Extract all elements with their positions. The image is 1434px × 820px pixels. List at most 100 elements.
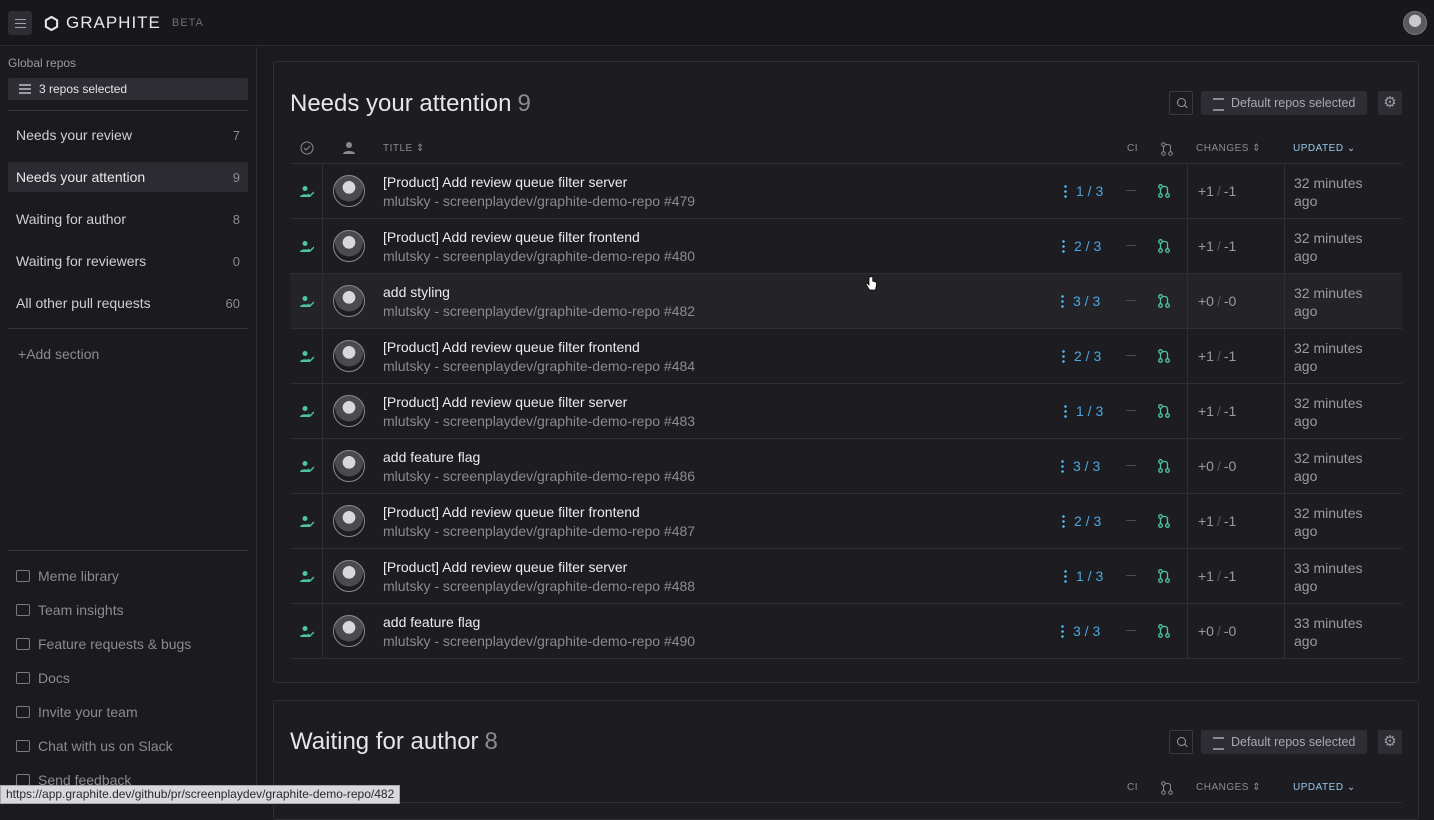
column-label: UPDATED [1293,782,1344,793]
gear-icon[interactable]: ⚙ [1378,91,1402,115]
updated-column-header[interactable]: UPDATED ⌄ [1293,143,1356,154]
sidebar-item-waiting-for-reviewers[interactable]: Waiting for reviewers 0 [8,246,248,276]
team-insights-link[interactable]: Team insights [16,602,124,618]
pull-request-icon [1158,514,1170,528]
lines-removed: -1 [1223,183,1237,199]
approved-status-icon [300,515,315,528]
lines-removed: -0 [1223,458,1237,474]
add-section-button[interactable]: +Add section [18,346,99,362]
divider [8,550,248,551]
review-status[interactable]: 3 / 3 [1061,458,1100,474]
review-status[interactable]: 3 / 3 [1061,623,1100,639]
table-row[interactable]: [Product] Add review queue filter fronte… [290,494,1402,549]
needs-your-attention-panel: Needs your attention 9 Default repos sele… [273,61,1419,683]
table-row[interactable]: add feature flag mlutsky - screenplaydev/… [290,604,1402,659]
table-row[interactable]: add feature flag mlutsky - screenplaydev/… [290,439,1402,494]
layers-icon [16,672,30,684]
repo-selector[interactable]: 3 repos selected [8,78,248,100]
changes-count: +1/-1 [1198,183,1236,199]
sidebar-item-needs-your-attention[interactable]: Needs your attention 9 [8,162,248,192]
feature-requests-link[interactable]: Feature requests & bugs [16,636,191,652]
divider [1187,164,1188,219]
repos-filter-button[interactable]: Default repos selected [1201,730,1368,754]
changes-count: +0/-0 [1198,293,1236,309]
table-row[interactable]: add styling mlutsky - screenplaydev/graph… [290,274,1402,329]
pr-title[interactable]: [Product] Add review queue filter fronte… [383,229,640,245]
hand-cursor-icon [865,276,877,291]
divider [1284,274,1285,329]
pull-request-icon [1161,781,1173,798]
more-vertical-icon [1061,624,1064,638]
table-row[interactable]: [Product] Add review queue filter server… [290,164,1402,219]
invite-team-link[interactable]: Invite your team [16,704,138,720]
ci-column-header: CI [1127,782,1138,793]
main-content: Needs your attention 9 Default repos sele… [258,47,1434,820]
sidebar-item-needs-your-review[interactable]: Needs your review 7 [8,120,248,150]
gear-icon[interactable]: ⚙ [1378,730,1402,754]
table-row[interactable]: [Product] Add review queue filter fronte… [290,329,1402,384]
sidebar-item-label: All other pull requests [16,295,151,311]
table-row[interactable]: [Product] Add review queue filter fronte… [290,219,1402,274]
user-avatar[interactable] [1403,11,1427,35]
title-column-header[interactable]: TITLE ⇕ [383,143,425,154]
review-status[interactable]: 3 / 3 [1061,293,1100,309]
repos-filter-button[interactable]: Default repos selected [1201,91,1368,115]
sidebar-item-all-other-pull-requests[interactable]: All other pull requests 60 [8,288,248,318]
pr-title[interactable]: add styling [383,284,450,300]
docs-link[interactable]: Docs [16,670,70,686]
review-status[interactable]: 1 / 3 [1064,568,1103,584]
slash-separator: / [1216,238,1221,254]
lines-removed: -1 [1223,348,1237,364]
table-row[interactable]: [Product] Add review queue filter server… [290,384,1402,439]
ci-status-empty [1126,520,1136,521]
panel-title: Waiting for author 8 [290,728,498,756]
changes-column-header[interactable]: CHANGES ⇕ [1196,782,1261,793]
slash-separator: / [1216,348,1221,364]
hamburger-menu-icon[interactable] [8,11,32,35]
sidebar-item-label: Needs your attention [16,169,146,185]
author-column-icon [342,141,356,158]
top-bar: GRAPHITE BETA [0,0,1434,46]
footer-link-label: Meme library [38,568,119,584]
changes-count: +1/-1 [1198,238,1236,254]
review-count: 2 / 3 [1074,348,1102,364]
link-status-bar: https://app.graphite.dev/github/pr/scree… [0,785,401,804]
pr-title[interactable]: [Product] Add review queue filter fronte… [383,339,640,355]
review-count: 1 / 3 [1076,403,1104,419]
footer-link-label: Chat with us on Slack [38,738,173,754]
search-icon[interactable] [1169,91,1193,115]
table-row[interactable]: [Product] Add review queue filter server… [290,549,1402,604]
list-icon [19,84,31,94]
review-status[interactable]: 2 / 3 [1062,238,1101,254]
review-status[interactable]: 1 / 3 [1064,183,1103,199]
divider [8,328,248,329]
pr-title[interactable]: [Product] Add review queue filter server [383,559,627,575]
pr-title[interactable]: [Product] Add review queue filter server [383,174,627,190]
slash-separator: / [1216,293,1221,309]
review-status[interactable]: 2 / 3 [1062,348,1101,364]
review-status[interactable]: 1 / 3 [1064,403,1103,419]
pr-title[interactable]: add feature flag [383,614,480,630]
logo[interactable]: GRAPHITE BETA [44,13,204,33]
updated-column-header[interactable]: UPDATED ⌄ [1293,782,1356,793]
ci-status-empty [1126,245,1136,246]
pull-request-icon [1158,404,1170,418]
search-icon[interactable] [1169,730,1193,754]
approved-status-icon [300,460,315,473]
pull-request-icon [1158,624,1170,638]
divider [1284,494,1285,549]
changes-count: +1/-1 [1198,513,1236,529]
divider [1284,329,1285,384]
pr-title[interactable]: add feature flag [383,449,480,465]
changes-column-header[interactable]: CHANGES ⇕ [1196,143,1261,154]
meme-library-link[interactable]: Meme library [16,568,119,584]
sidebar-item-waiting-for-author[interactable]: Waiting for author 8 [8,204,248,234]
updated-time: 32 minutes ago [1294,505,1363,539]
select-all-icon[interactable] [300,141,314,158]
review-status[interactable]: 2 / 3 [1062,513,1101,529]
pr-title[interactable]: [Product] Add review queue filter fronte… [383,504,640,520]
divider [322,549,323,604]
author-avatar [333,560,365,592]
slack-chat-link[interactable]: Chat with us on Slack [16,738,173,754]
pr-title[interactable]: [Product] Add review queue filter server [383,394,627,410]
